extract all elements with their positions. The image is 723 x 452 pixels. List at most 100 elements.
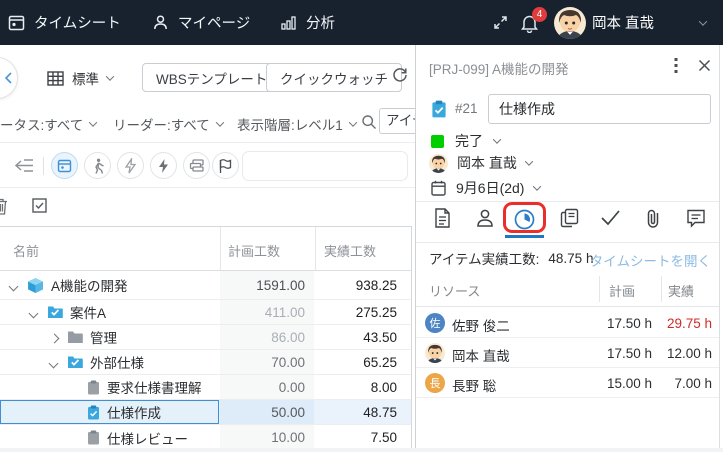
kebab-menu-icon [674,57,678,74]
calendar-view-button[interactable] [51,152,78,179]
resource-planned: 17.50 h [607,338,652,368]
person-icon [152,14,169,31]
refresh-icon [391,66,409,84]
filter-level-label: 表示階層:レベル1 [237,114,343,134]
view-selector[interactable]: 標準 [47,66,113,90]
collapse-panel-button[interactable] [0,57,18,99]
item-search-input[interactable]: アイテ [379,108,415,134]
row-planned: 1591.00 [220,271,314,299]
resource-row[interactable]: 長 長野 聡 15.00 h 7.00 h [416,368,719,398]
collapse-icon [3,71,17,85]
layered-cards-icon [189,158,205,173]
row-name: 案件A [70,302,106,322]
tab-assignees[interactable] [475,208,495,228]
view-selector-label: 標準 [72,68,99,88]
delete-button[interactable] [0,198,8,215]
layers-button[interactable] [183,152,210,179]
col-planned: 計画工数 [228,241,280,260]
tab-attachments[interactable] [644,208,662,229]
status-dropdown[interactable]: 完了 [431,131,500,151]
item-detail-panel: [PRJ-099] A機能の開発 #21 完了 [415,45,720,452]
close-icon [698,59,711,72]
flash-outline-button[interactable] [117,152,144,179]
top-navbar: タイムシート マイページ 分析 4 [0,0,723,45]
user-name: 岡本 直哉 [592,0,654,45]
item-id: #21 [455,101,478,116]
tab-copies[interactable] [560,208,579,228]
table-row[interactable]: 案件A 411.00 275.25 [0,300,411,325]
refresh-button[interactable] [391,66,409,84]
search-icon [361,114,377,130]
resource-row[interactable]: 岡本 直哉 17.50 h 12.00 h [416,338,719,368]
active-tab-underline [505,235,544,238]
resource-planned: 17.50 h [607,308,652,338]
notifications-button[interactable]: 4 [520,0,539,45]
select-all-checkbox[interactable] [32,198,47,213]
date-dropdown[interactable]: 9月6日(2d) [431,178,540,198]
table-row[interactable]: 外部仕様 70.00 65.25 [0,350,411,375]
assignee-dropdown[interactable]: 岡本 直哉 [429,153,532,173]
item-search[interactable] [361,113,377,131]
row-actual: 43.50 [315,325,405,349]
expand-button[interactable] [492,0,509,45]
grid-icon [47,70,64,87]
status-label: 完了 [455,131,483,151]
nav-analysis[interactable]: 分析 [281,0,335,45]
summary-value: 48.75 h [548,251,593,266]
row-planned: 70.00 [220,350,314,374]
filter-leader[interactable]: リーダー:すべて [113,112,223,136]
filter-leader-label: リーダー:すべて [113,114,210,134]
wbs-template-button[interactable]: WBSテンプレート [142,63,281,92]
col-name: 名前 [13,241,39,260]
resource-row[interactable]: 佐 佐野 俊二 17.50 h 29.75 h [416,308,719,338]
trash-icon [0,198,8,215]
row-actual: 8.00 [315,375,405,399]
nav-mypage[interactable]: マイページ [152,0,250,45]
wbs-table-header: 名前 計画工数 実績工数 [0,227,411,271]
row-planned: 50.00 [220,400,314,424]
panel-close-button[interactable] [698,59,711,72]
col-actual: 実績工数 [324,241,376,260]
paperclip-icon [644,208,662,229]
table-row[interactable]: 仕様レビュー 10.00 7.50 [0,425,411,450]
resource-actual: 7.00 h [674,368,712,398]
row-name: 仕様作成 [107,402,161,422]
person-icon [475,208,495,228]
filter-status[interactable]: ータス:すべて [0,112,96,136]
bottom-edge [0,448,723,452]
nav-mypage-label: マイページ [178,12,250,33]
filter-level[interactable]: 表示階層:レベル1 [237,112,356,136]
outdent-button[interactable] [13,157,35,175]
toolbar-empty-field[interactable] [242,151,408,181]
open-timesheet-link[interactable]: タイムシートを開く [590,250,711,270]
row-name: 管理 [90,327,117,347]
avatar-initial: 佐 [425,313,445,333]
resource-actual: 29.75 h [667,308,712,338]
walkthrough-button[interactable] [84,152,111,179]
panel-menu-button[interactable] [674,57,678,74]
item-name-input[interactable] [488,94,711,124]
annotation-highlight-box [503,202,546,233]
row-planned: 0.00 [220,375,314,399]
row-name: 仕様レビュー [107,428,188,448]
row-name: A機能の開発 [51,275,128,295]
tab-document[interactable] [434,208,451,228]
flash-filled-button[interactable] [150,152,177,179]
table-row[interactable]: A機能の開発 1591.00 938.25 [0,271,411,300]
tab-comments[interactable] [686,208,706,228]
row-actual: 7.50 [315,425,405,450]
nav-timesheet[interactable]: タイムシート [8,0,121,45]
tab-checklist[interactable] [600,208,621,226]
row-actual: 938.25 [315,271,405,299]
flag-button[interactable] [212,152,239,179]
table-row-selected[interactable]: 仕様作成 50.00 48.75 [0,400,411,425]
comment-icon [686,208,706,228]
user-menu-chevron[interactable] [700,0,706,45]
checkbox-icon [32,198,47,213]
table-row[interactable]: 管理 86.00 43.50 [0,325,411,350]
table-row[interactable]: 要求仕様書理解 0.00 8.00 [0,375,411,400]
quick-watch-button[interactable]: クイックウォッチ [266,63,402,92]
resource-table-header: リソース 計画 実績 [416,270,719,307]
panel-header: [PRJ-099] A機能の開発 [429,58,569,78]
user-avatar[interactable] [554,0,586,45]
